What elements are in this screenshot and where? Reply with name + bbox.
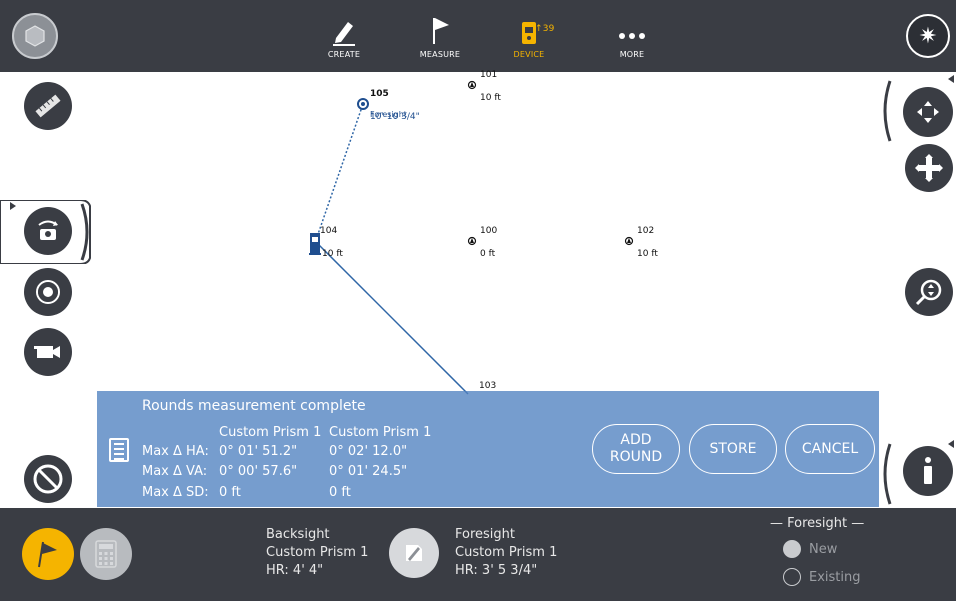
ha-value-2: 0° 02' 12.0" [329, 444, 408, 459]
flag-icon [400, 12, 480, 46]
nav-create-label: CREATE [327, 50, 361, 59]
flag-icon [38, 541, 57, 568]
point-101-dist: 10 ft [480, 93, 501, 103]
zoom-button[interactable] [905, 268, 953, 316]
add-round-button[interactable]: ADD ROUND [592, 424, 680, 474]
zoom-magnifier-icon [915, 279, 942, 306]
sd-value-2: 0 ft [329, 485, 351, 500]
remote-target-button[interactable] [24, 268, 72, 316]
arrows-icon [917, 101, 939, 123]
radio-new-label: New [809, 541, 838, 557]
foresight-title: Foresight [455, 527, 515, 542]
point-101-id: 101 [480, 70, 498, 80]
rounds-result-panel: Rounds measurement complete Custom Prism… [97, 391, 879, 507]
radio-new[interactable] [783, 540, 801, 558]
video-camera-icon [34, 346, 60, 358]
nav-measure-label: MEASURE [419, 50, 461, 59]
hexagon-icon [25, 25, 45, 47]
no-entry-button[interactable] [24, 455, 72, 503]
point-102-dist: 10 ft [637, 249, 658, 259]
foresight-info: Foresight Custom Prism 1 HR: 3' 5 3/4" [455, 526, 557, 580]
foresight-group-label: — Foresight — [770, 516, 865, 531]
point-105-dist: 10' 10 3/4" [370, 112, 420, 122]
calculator-icon [95, 540, 117, 568]
point-105-id: 105 [370, 89, 389, 99]
va-value-1: 0° 00' 57.6" [219, 464, 298, 479]
backsight-dotted-line [315, 103, 364, 241]
nav-more-label: MORE [619, 50, 645, 59]
foresight-line [315, 241, 469, 395]
col1-header: Custom Prism 1 [219, 425, 322, 440]
info-button[interactable] [903, 446, 953, 496]
calculator-button[interactable] [80, 528, 132, 580]
video-button[interactable] [24, 328, 72, 376]
pan-arrows-button[interactable] [903, 87, 953, 137]
edit-note-icon [406, 545, 422, 561]
col2-header: Custom Prism 1 [329, 425, 432, 440]
info-icon [924, 457, 932, 484]
foresight-target: Custom Prism 1 [455, 545, 558, 560]
point-100-id: 100 [480, 226, 498, 236]
store-label: STORE [709, 440, 757, 457]
va-value-2: 0° 01' 24.5" [329, 464, 408, 479]
foresight-new-option[interactable]: New [783, 540, 837, 558]
more-dots-icon [592, 12, 672, 46]
camera-rotate-icon [38, 220, 58, 240]
move-cross-icon [915, 154, 943, 182]
radio-existing[interactable] [783, 568, 801, 586]
camera-rotate-button[interactable] [24, 207, 72, 255]
device-badge-count: 39 [542, 24, 555, 34]
point-102-id: 102 [637, 226, 655, 236]
edit-foresight-button[interactable] [389, 528, 439, 578]
home-button[interactable] [12, 13, 58, 59]
broadcast-icon [36, 280, 60, 304]
foresight-existing-option[interactable]: Existing [783, 568, 861, 586]
instrument-marker [309, 233, 321, 255]
sd-value-1: 0 ft [219, 485, 241, 500]
cancel-label: CANCEL [801, 440, 859, 457]
nav-more[interactable]: MORE [592, 12, 672, 59]
radio-existing-label: Existing [809, 569, 861, 585]
sd-label: Max Δ SD: [142, 485, 209, 500]
move-button[interactable] [905, 144, 953, 192]
total-station-icon [489, 12, 569, 46]
point-103-id: 103 [479, 381, 497, 391]
point-100-dist: 0 ft [480, 249, 496, 259]
add-round-label: ADD ROUND [609, 432, 663, 465]
measure-tape-button[interactable] [24, 82, 72, 130]
document-icon[interactable] [109, 438, 129, 462]
backsight-hr: HR: 4' 4" [266, 563, 324, 578]
nav-measure[interactable]: MEASURE [400, 12, 480, 59]
device-badge: ↑39 [535, 24, 555, 34]
ha-label: Max Δ HA: [142, 444, 209, 459]
cancel-button[interactable]: CANCEL [785, 424, 875, 474]
starburst-icon: ✷ [918, 23, 938, 49]
ha-value-1: 0° 01' 51.2" [219, 444, 298, 459]
top-bar: CREATE MEASURE ↑39 DEVICE MORE ✷ [0, 0, 956, 72]
backsight-title: Backsight [266, 527, 330, 542]
pencil-icon [304, 12, 384, 46]
bottom-bar: Backsight Custom Prism 1 HR: 4' 4" Fores… [0, 508, 956, 601]
ruler-icon [35, 94, 61, 118]
app-root: CREATE MEASURE ↑39 DEVICE MORE ✷ 101 10 … [0, 0, 956, 601]
store-button[interactable]: STORE [689, 424, 777, 474]
nav-create[interactable]: CREATE [304, 12, 384, 59]
backsight-target: Custom Prism 1 [266, 545, 369, 560]
point-104-dist: 10 ft [322, 249, 343, 259]
prohibited-icon [33, 464, 63, 494]
nav-device[interactable]: ↑39 DEVICE [489, 12, 569, 59]
laser-button[interactable]: ✷ [906, 14, 950, 58]
panel-title: Rounds measurement complete [142, 398, 366, 414]
backsight-info: Backsight Custom Prism 1 HR: 4' 4" [266, 526, 368, 580]
measure-mode-button[interactable] [22, 528, 74, 580]
va-label: Max Δ VA: [142, 464, 208, 479]
foresight-hr: HR: 3' 5 3/4" [455, 563, 538, 578]
point-104-id: 104 [320, 226, 338, 236]
nav-device-label: DEVICE [513, 50, 545, 59]
